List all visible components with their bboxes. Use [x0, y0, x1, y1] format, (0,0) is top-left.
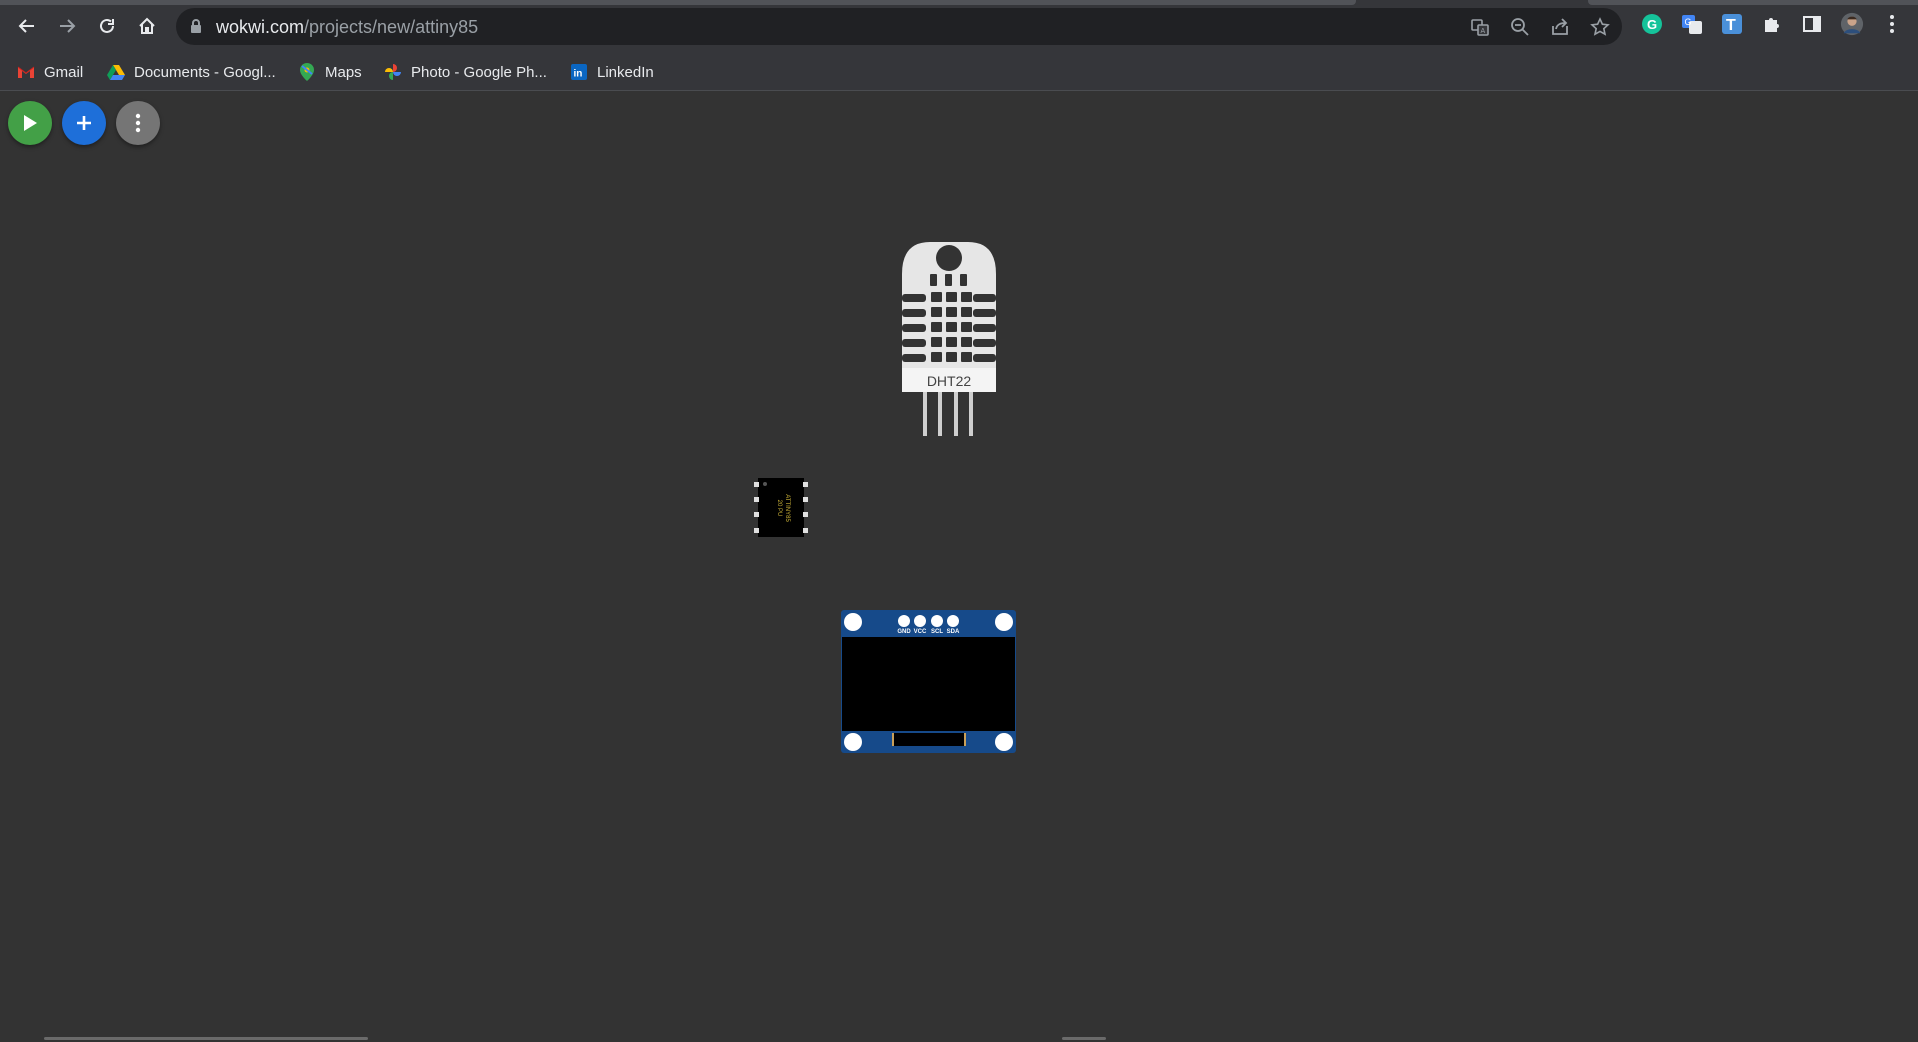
- bookmark-label: Maps: [325, 63, 362, 81]
- more-options-button[interactable]: [116, 101, 160, 145]
- google-translate-extension[interactable]: G: [1680, 12, 1704, 36]
- dht22-sensor[interactable]: DHT22: [900, 240, 998, 438]
- horizontal-scrollbar[interactable]: [44, 1037, 368, 1040]
- translate-icon[interactable]: A: [1470, 17, 1490, 37]
- bookmark-label: Gmail: [44, 63, 84, 81]
- play-icon: [24, 115, 37, 131]
- t-extension[interactable]: T: [1720, 12, 1744, 36]
- menu-dots-icon: [1890, 15, 1894, 33]
- side-panel-icon: [1803, 16, 1821, 32]
- bookmarks-bar: Gmail Documents - Googl... Maps Photo - …: [0, 53, 1918, 91]
- bookmark-label: Documents - Googl...: [134, 63, 276, 81]
- home-button[interactable]: [131, 10, 163, 42]
- svg-text:G: G: [1685, 17, 1692, 27]
- add-part-button[interactable]: [62, 101, 106, 145]
- svg-text:in: in: [574, 69, 583, 80]
- forward-button[interactable]: [51, 10, 83, 42]
- bookmark-gmail[interactable]: Gmail: [17, 62, 83, 82]
- star-icon[interactable]: [1590, 17, 1610, 37]
- pin-label-vcc: VCC: [914, 629, 927, 635]
- dht22-label: DHT22: [927, 373, 972, 389]
- ssd1306-oled-display[interactable]: GND VCC SCL SDA: [840, 609, 1018, 755]
- share-icon[interactable]: [1550, 17, 1570, 37]
- side-panel-button[interactable]: [1800, 12, 1824, 36]
- svg-text:T: T: [1726, 17, 1736, 34]
- svg-text:A: A: [1481, 28, 1486, 35]
- start-simulation-button[interactable]: [8, 101, 52, 145]
- grammarly-extension[interactable]: G: [1640, 12, 1664, 36]
- t-extension-icon: T: [1722, 14, 1742, 34]
- more-vert-icon: [135, 113, 141, 133]
- bookmark-label: Photo - Google Ph...: [411, 63, 547, 81]
- reload-icon: [100, 18, 114, 33]
- forward-icon: [60, 19, 76, 33]
- svg-text:G: G: [1647, 17, 1657, 32]
- maps-icon: [298, 63, 316, 81]
- chrome-menu-button[interactable]: [1880, 12, 1904, 36]
- chip-label-line1: ATTINY85: [784, 494, 790, 522]
- url-text[interactable]: wokwi.com/projects/new/attiny85: [216, 17, 478, 38]
- puzzle-icon: [1765, 18, 1779, 32]
- plus-icon: [77, 116, 91, 130]
- bookmark-maps[interactable]: Maps: [298, 62, 362, 82]
- back-icon: [18, 19, 34, 33]
- bookmark-documents[interactable]: Documents - Googl...: [107, 62, 276, 82]
- chip-label-line2: 20 PU: [776, 500, 782, 517]
- scroll-indicator[interactable]: [1062, 1037, 1106, 1040]
- profile-button[interactable]: [1840, 12, 1864, 36]
- bookmark-linkedin[interactable]: in LinkedIn: [570, 62, 654, 82]
- oled-screen: [842, 637, 1015, 731]
- attiny85-chip[interactable]: ATTINY85 20 PU: [753, 478, 811, 538]
- extensions-button[interactable]: [1760, 12, 1784, 36]
- home-icon: [139, 17, 155, 34]
- profile-avatar: [1840, 12, 1864, 36]
- linkedin-icon: in: [570, 63, 588, 81]
- google-translate-icon: G: [1682, 15, 1702, 34]
- photos-icon: [384, 63, 402, 81]
- pin-label-gnd: GND: [897, 629, 911, 635]
- gmail-icon: [17, 63, 35, 81]
- lock-icon: [191, 19, 201, 33]
- tab-strip-indicator: [0, 0, 1356, 5]
- pin-label-scl: SCL: [931, 629, 943, 635]
- bookmark-photos[interactable]: Photo - Google Ph...: [384, 62, 547, 82]
- zoom-out-icon[interactable]: [1510, 17, 1530, 37]
- tab-strip-indicator-right: [1588, 0, 1918, 5]
- pin-label-sda: SDA: [947, 629, 960, 635]
- bookmark-label: LinkedIn: [597, 63, 654, 81]
- grammarly-icon: G: [1642, 14, 1662, 34]
- reload-button[interactable]: [91, 10, 123, 42]
- address-bar[interactable]: wokwi.com/projects/new/attiny85 A: [176, 8, 1622, 45]
- back-button[interactable]: [11, 10, 43, 42]
- drive-icon: [107, 63, 125, 81]
- browser-toolbar: wokwi.com/projects/new/attiny85 A G G T: [0, 0, 1918, 53]
